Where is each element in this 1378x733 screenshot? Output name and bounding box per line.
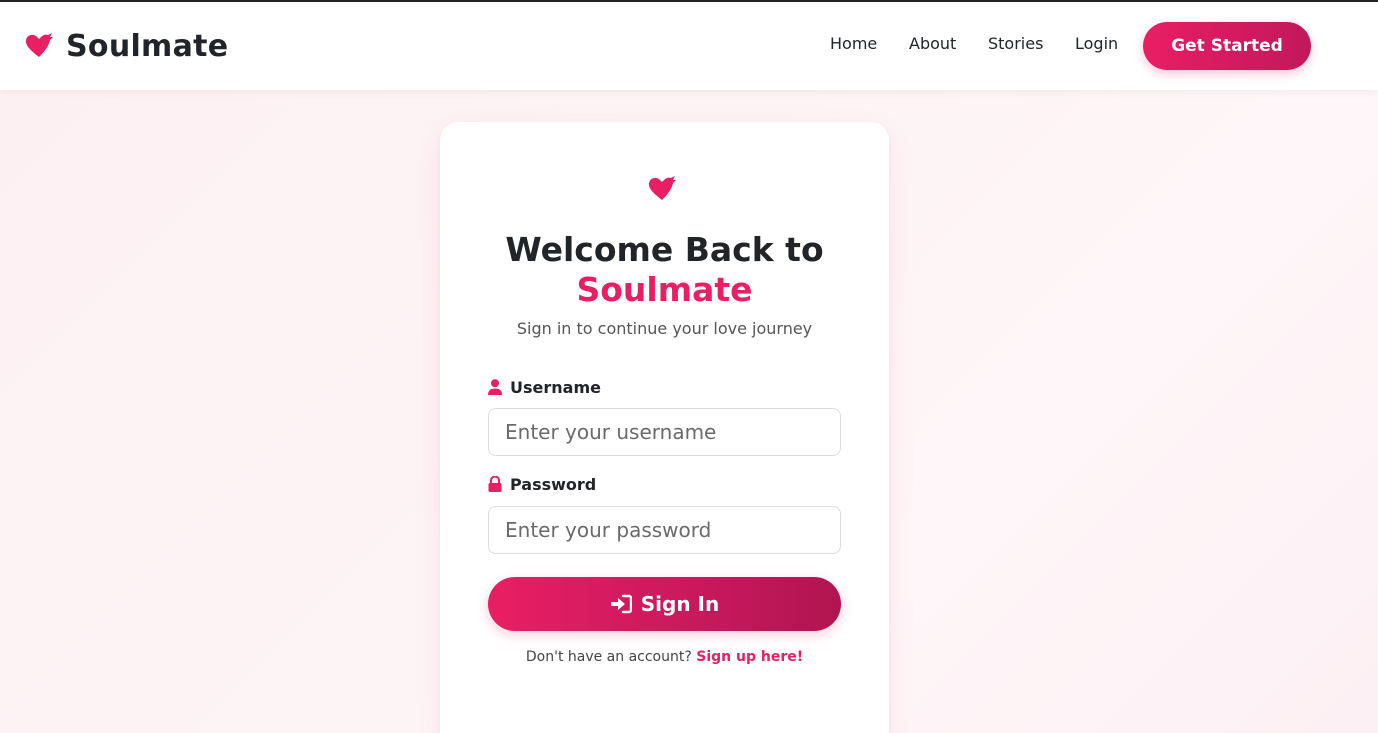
signup-link[interactable]: Sign up here! <box>696 649 803 665</box>
sign-in-button[interactable]: Sign In <box>488 577 841 631</box>
password-label-text: Password <box>510 474 597 494</box>
nav-link-home[interactable]: Home <box>830 32 877 56</box>
password-input[interactable] <box>488 506 841 554</box>
username-label: Username <box>488 377 601 397</box>
signup-prompt: Don't have an account? <box>525 649 692 665</box>
user-icon <box>488 379 502 395</box>
username-input[interactable] <box>488 408 841 456</box>
title-line-1: Welcome Back to <box>505 230 824 269</box>
nav-link-about[interactable]: About <box>909 32 956 56</box>
subtitle: Sign in to continue your love journey <box>516 319 813 338</box>
sign-in-label: Sign In <box>640 592 720 616</box>
nav-link-login[interactable]: Login <box>1075 32 1118 56</box>
navbar: Soulmate Home About Stories Login Get St… <box>0 2 1378 90</box>
get-started-button[interactable]: Get Started <box>1143 22 1311 70</box>
login-card: Welcome Back to Soulmate Sign in to cont… <box>440 122 889 733</box>
lock-icon <box>488 476 502 492</box>
username-label-text: Username <box>510 377 601 397</box>
title-brand: Soulmate <box>576 270 753 309</box>
nav-link-stories[interactable]: Stories <box>988 32 1043 56</box>
page-title: Welcome Back to Soulmate <box>440 230 889 310</box>
heart-icon <box>647 176 677 202</box>
password-label: Password <box>488 474 596 494</box>
sign-in-icon <box>610 594 632 614</box>
signup-row: Don't have an account? Sign up here! <box>440 648 889 666</box>
